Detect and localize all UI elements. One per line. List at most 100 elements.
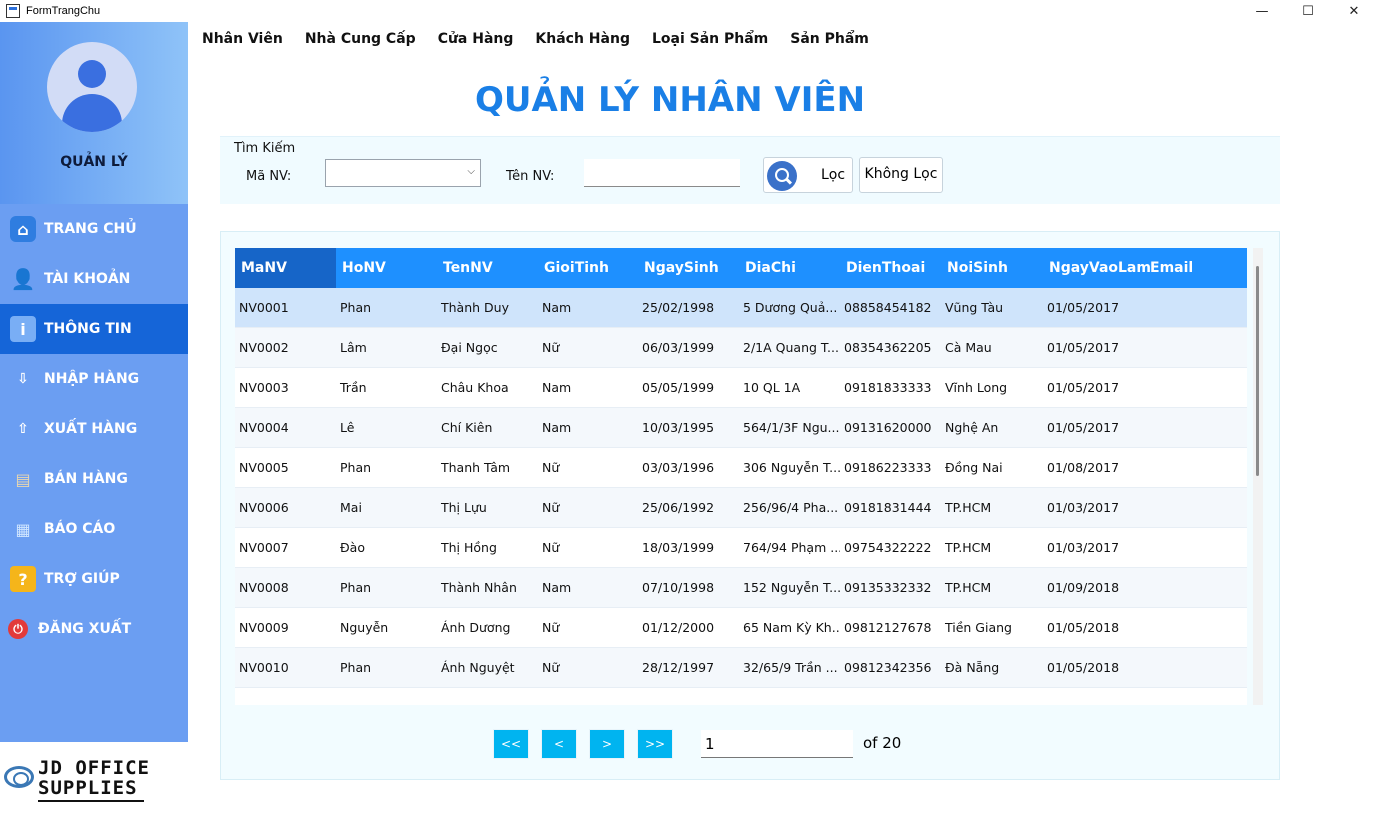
column-header[interactable]: DienThoai xyxy=(840,248,941,288)
employee-grid[interactable]: MaNV HoNV TenNV GioiTinh NgaySinh DiaChi… xyxy=(235,248,1247,705)
column-header[interactable]: NoiSinh xyxy=(941,248,1043,288)
table-cell[interactable]: NV0004 xyxy=(235,408,336,448)
table-cell[interactable]: 01/03/2017 xyxy=(1043,528,1144,568)
table-cell[interactable]: Phan xyxy=(336,648,437,688)
table-cell[interactable]: 08354362205 xyxy=(840,328,941,368)
table-cell[interactable]: 01/05/2017 xyxy=(1043,328,1144,368)
close-button[interactable]: ✕ xyxy=(1331,0,1377,22)
table-cell[interactable]: Thị Hồng xyxy=(437,528,538,568)
table-cell[interactable]: Nguyễn xyxy=(336,608,437,648)
table-cell[interactable]: 06/03/1999 xyxy=(638,328,739,368)
sidebar-item-bao-cao[interactable]: ▦ BÁO CÁO xyxy=(0,504,188,554)
table-cell[interactable]: Lê xyxy=(336,408,437,448)
table-cell[interactable]: 01/12/2000 xyxy=(638,608,739,648)
table-cell[interactable]: Thanh Tâm xyxy=(437,448,538,488)
table-cell[interactable]: Thành Nhân xyxy=(437,568,538,608)
next-page-button[interactable]: > xyxy=(589,729,625,759)
menu-loai-san-pham[interactable]: Loại Sản Phẩm xyxy=(652,31,768,47)
table-cell[interactable]: NV0007 xyxy=(235,528,336,568)
table-cell[interactable]: 01/03/2017 xyxy=(1043,488,1144,528)
table-cell[interactable]: Vĩnh Long xyxy=(941,368,1043,408)
table-cell[interactable]: 09812127678 xyxy=(840,608,941,648)
table-cell[interactable]: Vũng Tàu xyxy=(941,288,1043,328)
maximize-button[interactable]: ☐ xyxy=(1285,0,1331,22)
table-cell[interactable]: NV0006 xyxy=(235,488,336,528)
table-cell[interactable] xyxy=(1144,288,1247,328)
table-cell[interactable]: Nghệ An xyxy=(941,408,1043,448)
table-row[interactable]: NV0009 Nguyễn Ánh Dương Nữ 01/12/2000 65 Nam … xyxy=(235,608,1247,648)
sidebar-item-xuat-hang[interactable]: ⇧ XUẤT HÀNG xyxy=(0,404,188,454)
table-cell[interactable]: Châu Khoa xyxy=(437,368,538,408)
table-cell[interactable]: 01/05/2018 xyxy=(1043,608,1144,648)
chevron-down-icon[interactable]: ⌵ xyxy=(467,166,475,177)
column-header[interactable]: NgaySinh xyxy=(638,248,739,288)
table-cell[interactable]: TP.HCM xyxy=(941,488,1043,528)
column-header[interactable]: NgayVaoLam xyxy=(1043,248,1151,288)
table-cell[interactable]: 09135332332 xyxy=(840,568,941,608)
table-cell[interactable] xyxy=(1144,408,1247,448)
sidebar-item-trang-chu[interactable]: ⌂ TRANG CHỦ xyxy=(0,204,188,254)
table-cell[interactable]: Nữ xyxy=(538,608,638,648)
table-cell[interactable]: Đà Nẵng xyxy=(941,648,1043,688)
table-cell[interactable]: 09181833333 xyxy=(840,368,941,408)
table-cell[interactable]: Ánh Dương xyxy=(437,608,538,648)
first-page-button[interactable]: << xyxy=(493,729,529,759)
table-cell[interactable]: Lâm xyxy=(336,328,437,368)
sidebar-item-thong-tin[interactable]: i THÔNG TIN xyxy=(0,304,188,354)
table-cell[interactable]: Nam xyxy=(538,408,638,448)
filter-button[interactable]: Lọc xyxy=(763,157,853,193)
minimize-button[interactable]: — xyxy=(1239,0,1285,22)
table-cell[interactable] xyxy=(1144,488,1247,528)
column-header[interactable]: HoNV xyxy=(336,248,437,288)
table-cell[interactable]: Đồng Nai xyxy=(941,448,1043,488)
sidebar-item-dang-xuat[interactable]: ⏻ ĐĂNG XUẤT xyxy=(0,604,188,654)
table-cell[interactable]: 01/05/2017 xyxy=(1043,288,1144,328)
sidebar-item-tai-khoan[interactable]: 👤 TÀI KHOẢN xyxy=(0,254,188,304)
table-cell[interactable]: Thị Lựu xyxy=(437,488,538,528)
table-cell[interactable]: NV0002 xyxy=(235,328,336,368)
table-cell[interactable]: NV0005 xyxy=(235,448,336,488)
table-cell[interactable]: 07/10/1998 xyxy=(638,568,739,608)
table-cell[interactable] xyxy=(1144,608,1247,648)
no-filter-button[interactable]: Không Lọc xyxy=(859,157,943,193)
table-cell[interactable]: Nữ xyxy=(538,528,638,568)
manv-combobox[interactable]: ⌵ xyxy=(325,159,481,187)
table-cell[interactable]: 28/12/1997 xyxy=(638,648,739,688)
table-cell[interactable]: 10 QL 1A xyxy=(739,368,840,408)
table-cell[interactable]: 25/06/1992 xyxy=(638,488,739,528)
table-cell[interactable]: 03/03/1996 xyxy=(638,448,739,488)
table-row[interactable]: NV0004 Lê Chí Kiên Nam 10/03/1995 564/1/3F Ng… xyxy=(235,408,1247,448)
table-cell[interactable]: Thành Duy xyxy=(437,288,538,328)
scrollbar-thumb[interactable] xyxy=(1256,266,1259,476)
table-cell[interactable]: 09131620000 xyxy=(840,408,941,448)
table-row[interactable]: NV0005 Phan Thanh Tâm Nữ 03/03/1996 306 Nguyễ… xyxy=(235,448,1247,488)
table-cell[interactable]: Nữ xyxy=(538,648,638,688)
table-cell[interactable]: NV0010 xyxy=(235,648,336,688)
table-cell[interactable]: 306 Nguyễn T... xyxy=(739,448,840,488)
table-cell[interactable]: NV0008 xyxy=(235,568,336,608)
table-cell[interactable]: 01/05/2017 xyxy=(1043,368,1144,408)
table-cell[interactable]: Nam xyxy=(538,568,638,608)
table-cell[interactable]: TP.HCM xyxy=(941,528,1043,568)
table-cell[interactable]: 764/94 Phạm ... xyxy=(739,528,840,568)
table-cell[interactable]: 2/1A Quang T... xyxy=(739,328,840,368)
table-cell[interactable]: 18/03/1999 xyxy=(638,528,739,568)
table-cell[interactable]: 65 Nam Kỳ Kh... xyxy=(739,608,840,648)
table-cell[interactable]: Cà Mau xyxy=(941,328,1043,368)
table-cell[interactable]: 25/02/1998 xyxy=(638,288,739,328)
table-cell[interactable]: 05/05/1999 xyxy=(638,368,739,408)
table-cell[interactable]: NV0009 xyxy=(235,608,336,648)
table-cell[interactable]: 01/08/2017 xyxy=(1043,448,1144,488)
table-cell[interactable]: 564/1/3F Ngu... xyxy=(739,408,840,448)
table-cell[interactable]: Đại Ngọc xyxy=(437,328,538,368)
table-cell[interactable]: 09181831444 xyxy=(840,488,941,528)
menu-nhan-vien[interactable]: Nhân Viên xyxy=(202,31,283,47)
table-cell[interactable]: Đào xyxy=(336,528,437,568)
menu-san-pham[interactable]: Sản Phẩm xyxy=(790,31,869,47)
table-cell[interactable] xyxy=(1144,368,1247,408)
table-row[interactable]: NV0003 Trần Châu Khoa Nam 05/05/1999 10 QL 1A… xyxy=(235,368,1247,408)
table-cell[interactable]: Mai xyxy=(336,488,437,528)
table-cell[interactable]: NV0003 xyxy=(235,368,336,408)
menu-khach-hang[interactable]: Khách Hàng xyxy=(535,31,630,47)
table-row[interactable]: NV0006 Mai Thị Lựu Nữ 25/06/1992 256/96/4 Pha… xyxy=(235,488,1247,528)
